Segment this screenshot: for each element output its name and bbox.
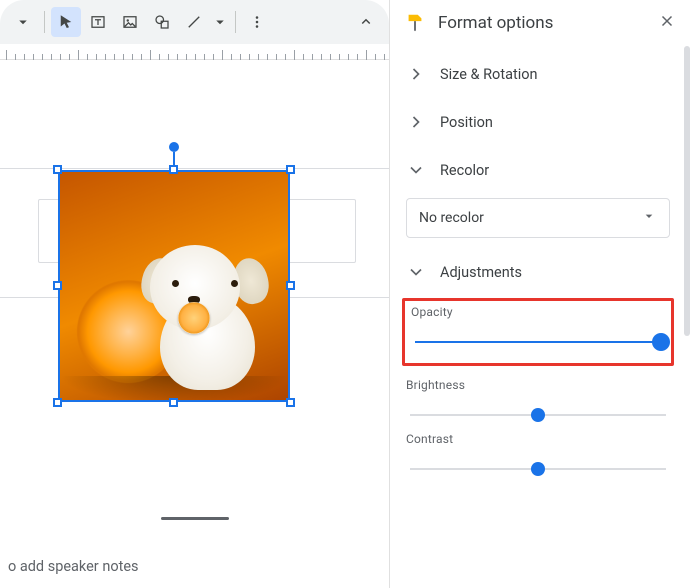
panel-header: Format options — [390, 0, 690, 46]
cursor-icon — [57, 13, 75, 31]
caret-down-icon — [14, 13, 32, 31]
ruler[interactable] — [0, 44, 389, 60]
resize-handle-se[interactable] — [286, 398, 295, 407]
close-panel-button[interactable] — [658, 12, 676, 34]
chevron-up-icon — [357, 13, 375, 31]
opacity-slider[interactable] — [415, 333, 661, 351]
resize-handle-sw[interactable] — [53, 398, 62, 407]
image-tool[interactable] — [115, 7, 145, 37]
more-vertical-icon — [248, 13, 266, 31]
resize-handle-nw[interactable] — [53, 165, 62, 174]
image-icon — [121, 13, 139, 31]
toolbar — [0, 0, 389, 44]
line-tool-dropdown[interactable] — [211, 7, 229, 37]
sidebar-scrollbar[interactable] — [684, 46, 690, 584]
toolbar-separator — [235, 11, 236, 33]
panel-title: Format options — [438, 13, 646, 33]
chevron-right-icon — [406, 112, 426, 132]
chevron-down-icon — [406, 160, 426, 180]
toolbar-overflow[interactable] — [242, 7, 272, 37]
opacity-group: Opacity — [402, 298, 674, 366]
image-content — [58, 170, 290, 402]
toolbar-more-dropdown[interactable] — [8, 7, 38, 37]
textbox-tool[interactable] — [83, 7, 113, 37]
select-tool[interactable] — [51, 7, 81, 37]
notes-resize-handle[interactable] — [161, 517, 229, 520]
opacity-label: Opacity — [411, 305, 665, 319]
contrast-slider[interactable] — [410, 460, 666, 478]
resize-handle-s[interactable] — [169, 398, 178, 407]
brightness-label: Brightness — [406, 378, 670, 392]
resize-handle-n[interactable] — [169, 165, 178, 174]
brightness-group: Brightness — [396, 372, 680, 426]
caret-down-icon — [641, 208, 657, 228]
collapse-toolbar[interactable] — [351, 7, 381, 37]
section-label: Recolor — [440, 162, 489, 179]
contrast-group: Contrast — [396, 426, 680, 480]
resize-handle-ne[interactable] — [286, 165, 295, 174]
section-label: Size & Rotation — [440, 66, 538, 83]
selected-image[interactable] — [58, 170, 290, 402]
line-icon — [185, 13, 203, 31]
section-size-rotation[interactable]: Size & Rotation — [396, 50, 680, 98]
section-recolor[interactable]: Recolor — [396, 146, 680, 194]
shape-icon — [153, 13, 171, 31]
line-tool[interactable] — [179, 7, 209, 37]
toolbar-separator — [44, 11, 45, 33]
chevron-right-icon — [406, 64, 426, 84]
resize-handle-w[interactable] — [53, 281, 62, 290]
speaker-notes[interactable]: o add speaker notes — [0, 544, 389, 588]
section-position[interactable]: Position — [396, 98, 680, 146]
sidebar-scroll-thumb[interactable] — [684, 46, 690, 336]
recolor-select[interactable]: No recolor — [406, 198, 670, 238]
resize-handle-e[interactable] — [286, 281, 295, 290]
contrast-label: Contrast — [406, 432, 670, 446]
recolor-select-value: No recolor — [419, 210, 484, 226]
rotate-handle[interactable] — [169, 142, 179, 152]
section-label: Position — [440, 114, 493, 131]
slide-canvas[interactable]: o add speaker notes — [0, 60, 389, 588]
format-options-icon — [404, 12, 426, 34]
caret-down-icon — [211, 13, 229, 31]
shape-tool[interactable] — [147, 7, 177, 37]
brightness-slider[interactable] — [410, 406, 666, 424]
format-options-panel: Format options Size & Rotation Position — [390, 0, 690, 588]
chevron-down-icon — [406, 262, 426, 282]
section-label: Adjustments — [440, 264, 522, 281]
section-adjustments[interactable]: Adjustments — [396, 248, 680, 296]
textbox-icon — [89, 13, 107, 31]
close-icon — [658, 12, 676, 30]
editor-main: o add speaker notes — [0, 0, 390, 588]
